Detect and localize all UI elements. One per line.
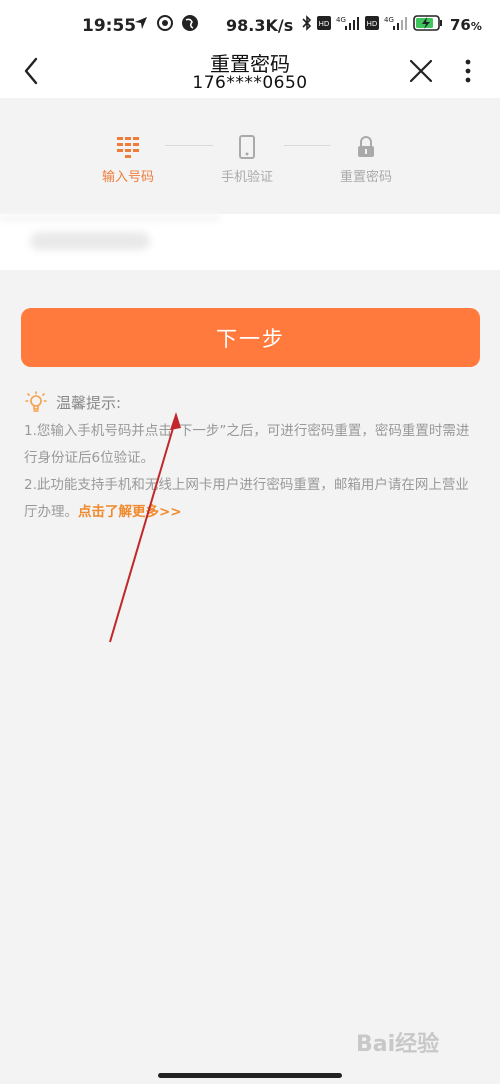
- more-button[interactable]: [458, 56, 478, 86]
- svg-text:4G: 4G: [336, 16, 346, 24]
- keypad-icon: [117, 137, 139, 158]
- nav-header: 重置密码 176****0650: [0, 48, 500, 98]
- battery-charging-icon: [413, 15, 442, 31]
- step-reset-password: 重置密码: [316, 134, 416, 185]
- tip-line-1: 1.您输入手机号码并点击“下一步”之后，可进行密码重置，密码重置时需进行身份证后…: [24, 423, 470, 466]
- step-label: 手机验证: [220, 170, 273, 185]
- svg-text:4G: 4G: [384, 16, 394, 24]
- step-label: 输入号码: [101, 170, 154, 185]
- tip-line-2: 2.此功能支持手机和无线上网卡用户进行密码重置，邮箱用户请在网上营业厅办理。点击…: [24, 477, 469, 520]
- phone-icon: [239, 135, 255, 159]
- navigation-icon: [135, 17, 147, 29]
- battery-level: 76%: [450, 16, 482, 34]
- phone-input-field[interactable]: [0, 214, 500, 270]
- watermark-logo: Bai经验: [356, 1032, 440, 1057]
- bluetooth-icon: [302, 15, 312, 31]
- lightbulb-icon: [25, 391, 47, 412]
- sync-icon: [157, 15, 173, 31]
- close-icon: [409, 59, 433, 83]
- tips-title: 温馨提示:: [56, 393, 122, 412]
- signal-4g-icon: 4G: [384, 16, 407, 30]
- step-label: 重置密码: [339, 170, 392, 185]
- network-speed: 98.3K/s: [226, 16, 294, 35]
- status-bar: 19:55 98.3K/s HD 4G HD 4G 76%: [0, 0, 500, 48]
- next-step-button[interactable]: 下一步: [21, 308, 480, 367]
- globe-icon: [182, 15, 198, 31]
- progress-steps: 输入号码 手机验证 重置密码: [0, 98, 500, 214]
- lock-icon: [358, 136, 374, 157]
- hd-icon: HD: [365, 16, 379, 30]
- svg-text:HD: HD: [367, 20, 378, 28]
- step-phone-verify: 手机验证: [197, 134, 297, 185]
- signal-4g-icon: 4G: [336, 16, 359, 30]
- svg-text:HD: HD: [319, 20, 330, 28]
- close-button[interactable]: [406, 56, 436, 86]
- phone-input-redacted: [30, 232, 150, 250]
- more-vertical-icon: [465, 59, 471, 83]
- tips-section: 温馨提示: 1.您输入手机号码并点击“下一步”之后，可进行密码重置，密码重置时需…: [24, 390, 480, 526]
- learn-more-link[interactable]: 点击了解更多>>: [78, 504, 182, 520]
- home-indicator[interactable]: [158, 1073, 342, 1078]
- hd-icon: HD: [317, 16, 331, 30]
- step-input-number: 输入号码: [78, 134, 178, 185]
- status-time: 19:55: [82, 16, 137, 36]
